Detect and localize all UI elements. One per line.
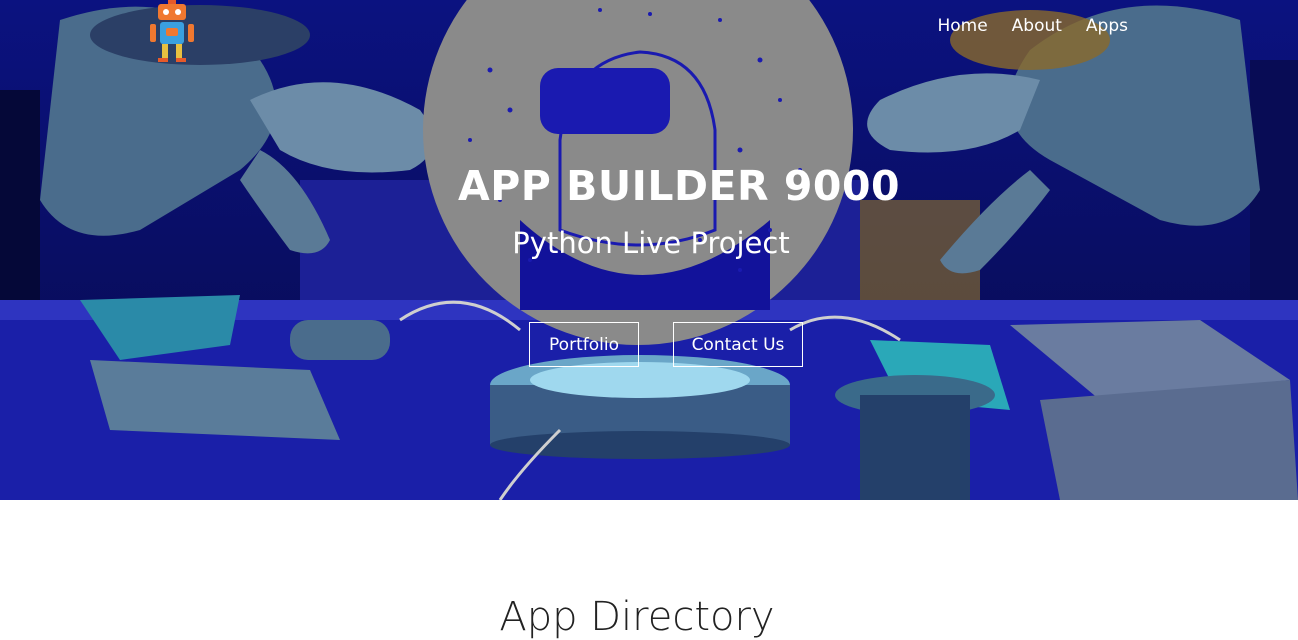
main-nav: Home About Apps [937,16,1128,36]
hero-title: APP BUILDER 9000 [457,162,901,210]
portfolio-button[interactable]: Portfolio [529,322,639,367]
robot-logo-icon[interactable] [146,0,198,64]
hero-subtitle: Python Live Project [512,226,790,260]
app-directory-heading: App Directory [499,594,775,640]
hero-banner: Home About Apps APP BUILDER 9000 Python … [0,0,1298,500]
nav-link-home[interactable]: Home [937,16,987,36]
contact-us-button[interactable]: Contact Us [673,322,803,367]
nav-link-about[interactable]: About [1012,16,1062,36]
nav-link-apps[interactable]: Apps [1086,16,1128,36]
